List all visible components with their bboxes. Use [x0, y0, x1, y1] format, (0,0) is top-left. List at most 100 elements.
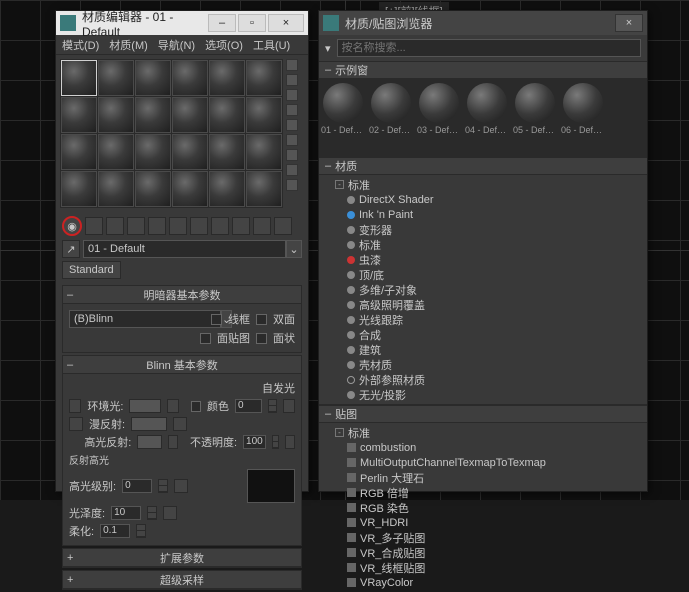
- sample-slot[interactable]: [135, 60, 171, 96]
- sample-slot[interactable]: [61, 134, 97, 170]
- sample-item[interactable]: 02 - Defaul...: [371, 83, 411, 153]
- search-input[interactable]: [337, 39, 641, 57]
- tree-group[interactable]: -标准: [319, 425, 647, 440]
- sample-slot[interactable]: [209, 97, 245, 133]
- menu-options[interactable]: 选项(O): [205, 37, 243, 53]
- tree-group[interactable]: -标准: [319, 177, 647, 192]
- side-tool-icon[interactable]: [286, 59, 298, 71]
- sample-slot[interactable]: [246, 97, 282, 133]
- sample-slot[interactable]: [135, 171, 171, 207]
- tree-item[interactable]: 变形器: [319, 222, 647, 237]
- sample-slot[interactable]: [209, 60, 245, 96]
- chevron-down-icon[interactable]: ⌄: [286, 240, 302, 258]
- soften-value[interactable]: 0.1: [100, 524, 130, 538]
- materials-header[interactable]: –材质: [319, 157, 647, 175]
- tool-icon[interactable]: [190, 217, 208, 235]
- tree-item[interactable]: DirectX Shader: [319, 192, 647, 207]
- sample-item[interactable]: 01 - Defaul...: [323, 83, 363, 153]
- opacity-value[interactable]: 100: [243, 435, 266, 449]
- diffuse-lock-icon[interactable]: [69, 417, 83, 431]
- side-tool-icon[interactable]: [286, 134, 298, 146]
- tree-item[interactable]: 无光/投影: [319, 387, 647, 402]
- titlebar[interactable]: 材质/贴图浏览器 ×: [319, 11, 647, 35]
- tree-item[interactable]: Ink 'n Paint: [319, 207, 647, 222]
- spec-level-value[interactable]: 0: [122, 479, 152, 493]
- tree-item[interactable]: 光线跟踪: [319, 312, 647, 327]
- material-name-dropdown[interactable]: ⌄: [83, 240, 302, 258]
- sample-item[interactable]: 06 - Defaul...: [563, 83, 603, 153]
- material-name-field[interactable]: [83, 240, 286, 258]
- ambient-swatch[interactable]: [129, 399, 160, 413]
- wireframe-checkbox[interactable]: [211, 314, 222, 325]
- self-illum-color-checkbox[interactable]: [191, 401, 201, 412]
- sample-slot[interactable]: [61, 97, 97, 133]
- sample-slot[interactable]: [98, 134, 134, 170]
- tool-icon[interactable]: [106, 217, 124, 235]
- menu-material[interactable]: 材质(M): [109, 37, 148, 53]
- tree-item[interactable]: RGB 倍增: [319, 485, 647, 500]
- two-sided-checkbox[interactable]: [256, 314, 267, 325]
- stepper[interactable]: [158, 479, 168, 493]
- tree-item[interactable]: 多维/子对象: [319, 282, 647, 297]
- dropdown-icon[interactable]: ▾: [325, 42, 331, 55]
- sample-slot[interactable]: [172, 97, 208, 133]
- stepper[interactable]: [136, 524, 146, 538]
- titlebar[interactable]: 材质编辑器 - 01 - Default – ▫ ×: [56, 11, 308, 35]
- sample-item[interactable]: 05 - Defaul...: [515, 83, 555, 153]
- menu-tools[interactable]: 工具(U): [253, 37, 290, 53]
- side-tool-icon[interactable]: [286, 179, 298, 191]
- sample-slot[interactable]: [135, 97, 171, 133]
- rollout-header[interactable]: +扩展参数: [63, 549, 301, 567]
- tree-item[interactable]: RGB 染色: [319, 500, 647, 515]
- sample-slot[interactable]: [98, 60, 134, 96]
- sample-slot[interactable]: [246, 134, 282, 170]
- facemap-checkbox[interactable]: [200, 333, 211, 344]
- sample-slot[interactable]: [98, 171, 134, 207]
- sample-slot[interactable]: [209, 171, 245, 207]
- self-illum-value[interactable]: 0: [235, 399, 262, 413]
- sample-slot[interactable]: [172, 171, 208, 207]
- diffuse-swatch[interactable]: [131, 417, 167, 431]
- maximize-button[interactable]: ▫: [238, 14, 266, 32]
- side-tool-icon[interactable]: [286, 149, 298, 161]
- close-button[interactable]: ×: [268, 14, 304, 32]
- stepper[interactable]: [147, 506, 157, 520]
- tool-icon[interactable]: [253, 217, 271, 235]
- map-button[interactable]: [285, 435, 295, 449]
- rollout-header[interactable]: +超级采样: [63, 571, 301, 589]
- map-button[interactable]: [173, 417, 187, 431]
- side-tool-icon[interactable]: [286, 104, 298, 116]
- side-tool-icon[interactable]: [286, 74, 298, 86]
- sample-item[interactable]: 03 - Defaul...: [419, 83, 459, 153]
- tree-item[interactable]: VR_线框贴图: [319, 560, 647, 575]
- menu-mode[interactable]: 模式(D): [62, 37, 99, 53]
- sample-slot[interactable]: [172, 134, 208, 170]
- sample-slot[interactable]: [61, 60, 97, 96]
- tool-icon[interactable]: [127, 217, 145, 235]
- tree-item[interactable]: 虫漆: [319, 252, 647, 267]
- tree-item[interactable]: 合成: [319, 327, 647, 342]
- sample-slot[interactable]: [246, 60, 282, 96]
- map-button[interactable]: [167, 399, 179, 413]
- rollout-header[interactable]: –Blinn 基本参数: [63, 356, 301, 374]
- sample-slot[interactable]: [172, 60, 208, 96]
- stepper[interactable]: [268, 399, 277, 413]
- stepper[interactable]: [272, 435, 279, 449]
- map-button[interactable]: [168, 435, 178, 449]
- map-button[interactable]: [163, 506, 177, 520]
- side-tool-icon[interactable]: [286, 164, 298, 176]
- tree-item[interactable]: 顶/底: [319, 267, 647, 282]
- tool-icon[interactable]: [232, 217, 250, 235]
- map-button[interactable]: [283, 399, 295, 413]
- tool-icon[interactable]: [274, 217, 292, 235]
- tree-item[interactable]: 标准: [319, 237, 647, 252]
- specular-swatch[interactable]: [137, 435, 162, 449]
- ambient-lock-icon[interactable]: [69, 399, 81, 413]
- tool-icon[interactable]: [211, 217, 229, 235]
- pick-icon[interactable]: ↗: [62, 240, 80, 258]
- sample-slot[interactable]: [135, 134, 171, 170]
- sample-slot[interactable]: [61, 171, 97, 207]
- sample-item[interactable]: 04 - Defaul...: [467, 83, 507, 153]
- faceted-checkbox[interactable]: [256, 333, 267, 344]
- sample-slot[interactable]: [209, 134, 245, 170]
